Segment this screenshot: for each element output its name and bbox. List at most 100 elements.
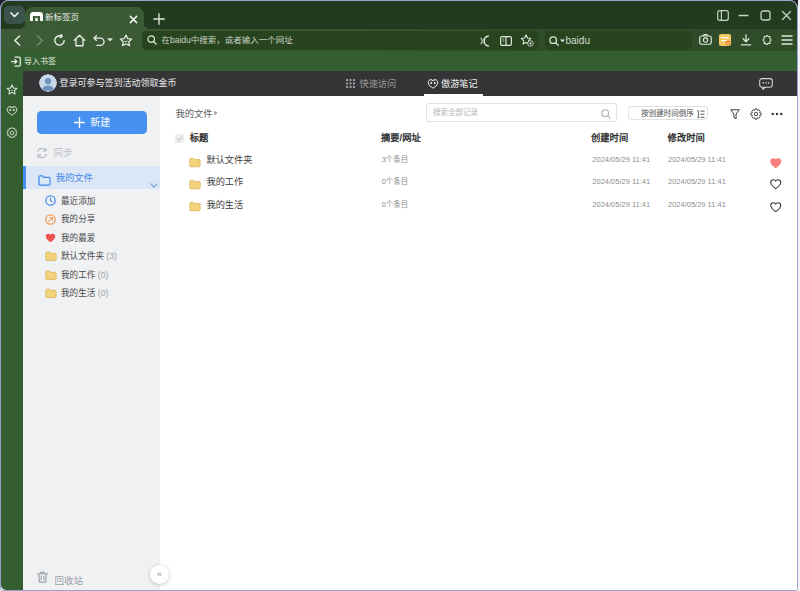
chevron-down-icon <box>150 183 158 189</box>
star-icon <box>119 34 133 47</box>
heart-icon <box>45 233 56 243</box>
maxnote-bee-icon <box>427 78 439 89</box>
col-modified[interactable]: 修改时间 <box>668 133 705 143</box>
plus-icon <box>153 13 165 25</box>
main-menu-button[interactable] <box>781 35 793 45</box>
close-icon <box>781 10 792 21</box>
maxnote-panel-button[interactable] <box>1 105 23 116</box>
breadcrumb[interactable]: 我的文件 <box>175 109 212 119</box>
notes-search-input[interactable]: 搜索全部记录 <box>426 103 617 122</box>
maxnote-bee-icon <box>6 105 18 116</box>
notes-search-placeholder: 搜索全部记录 <box>433 109 478 117</box>
sidebar-item-my-files[interactable]: 我的文件 <box>23 166 160 189</box>
tab-close-button[interactable] <box>129 10 141 24</box>
login-banner[interactable]: 登录可参与签到活动领取金币 <box>60 78 177 88</box>
undo-icon <box>93 35 105 46</box>
new-note-button[interactable]: 新建 <box>37 111 147 134</box>
back-icon <box>13 35 21 46</box>
favorite-heart-icon[interactable] <box>770 176 782 194</box>
new-tab-button[interactable] <box>153 11 165 23</box>
tab-maxnote-icon-wrap[interactable] <box>427 71 439 96</box>
hamburger-menu-icon <box>781 35 793 45</box>
favorite-heart-icon[interactable] <box>770 198 782 216</box>
close-window-button[interactable] <box>776 4 797 26</box>
home-icon <box>73 34 86 47</box>
side-strip <box>1 71 23 590</box>
view-settings-button[interactable] <box>749 108 762 121</box>
sidebar-item-favorites[interactable]: 我的最爱 <box>23 229 160 248</box>
search-engine-icon <box>549 36 559 46</box>
favorite-heart-icon[interactable] <box>770 154 782 172</box>
filter-funnel-icon <box>730 109 740 120</box>
caret-down-icon[interactable] <box>560 39 565 43</box>
favorites-star-button[interactable] <box>119 34 133 48</box>
sidebar-item-shares[interactable]: 我的分享 <box>23 210 160 229</box>
sidebar-item-my-life[interactable]: 我的生活 (0) <box>23 284 160 303</box>
tab-bar: 新标签页 <box>1 1 797 29</box>
undo-dropdown-caret[interactable] <box>107 38 113 42</box>
maximize-icon <box>760 10 771 21</box>
folder-icon <box>45 270 57 281</box>
note-folder-row[interactable]: 我的生活 0个条目 2024/05/29 11:41 2024/05/29 11… <box>160 193 797 215</box>
camera-icon <box>699 34 712 45</box>
notes-header: 登录可参与签到活动领取金币 快速访问 傲游笔记 <box>23 71 797 96</box>
screenshot-button[interactable] <box>699 34 712 46</box>
folder-icon <box>45 288 57 299</box>
download-button[interactable] <box>740 34 752 47</box>
quick-search-box[interactable]: baidu <box>545 31 692 50</box>
sidebar-item-default-folder[interactable]: 默认文件夹 (3) <box>23 247 160 266</box>
screen: 新标签页 <box>0 0 800 591</box>
forward-button[interactable] <box>33 34 46 47</box>
plus-icon <box>74 117 85 128</box>
note-folder-row[interactable]: 默认文件夹 3个条目 2024/05/29 11:41 2024/05/29 1… <box>160 149 797 171</box>
home-button[interactable] <box>73 34 86 47</box>
browser-tab-active[interactable]: 新标签页 <box>25 7 144 29</box>
tab-quick-access[interactable]: 快速访问 <box>360 79 397 89</box>
minimize-icon <box>738 10 749 21</box>
note-folder-row[interactable]: 我的工作 0个条目 2024/05/29 11:41 2024/05/29 11… <box>160 171 797 193</box>
sidebar-item-my-work[interactable]: 我的工作 (0) <box>23 266 160 285</box>
add-favorite-star-icon[interactable] <box>520 34 534 47</box>
star-panel-icon <box>6 84 18 96</box>
grid-icon <box>346 79 355 88</box>
forward-icon <box>36 35 44 46</box>
col-created[interactable]: 创建时间 <box>591 133 628 143</box>
settings-panel-button[interactable] <box>1 127 23 139</box>
tab-list-dropdown-button[interactable] <box>4 6 25 24</box>
extensions-button[interactable] <box>760 33 773 47</box>
filter-button[interactable] <box>728 108 741 121</box>
recycle-bin-button[interactable]: 回收站 <box>36 570 156 586</box>
more-options-button[interactable] <box>771 112 783 117</box>
back-button[interactable] <box>10 34 23 47</box>
browser-window: 新标签页 <box>0 0 798 591</box>
sort-order-label: 按创建时间倒序 <box>641 110 694 118</box>
maximize-button[interactable] <box>755 4 776 26</box>
tab-maxnote[interactable]: 傲游笔记 <box>441 79 478 89</box>
layout-panel-button[interactable] <box>712 4 733 26</box>
tab-quick-access-icon-wrap[interactable] <box>346 71 355 96</box>
minimize-button[interactable] <box>733 4 754 26</box>
undo-closed-tab-button[interactable] <box>93 35 105 47</box>
trash-icon <box>36 570 49 584</box>
refresh-button[interactable] <box>53 34 66 47</box>
sidebar-item-label: 我的文件 <box>56 173 93 183</box>
sort-order-button[interactable]: 按创建时间倒序 <box>628 106 707 120</box>
avatar[interactable] <box>39 74 57 92</box>
notes-sidebar: 新建 同步 我的文件 最近添加 <box>23 96 160 590</box>
read-aloud-icon[interactable] <box>479 35 492 47</box>
check-icon <box>176 136 183 142</box>
select-all-checkbox[interactable] <box>175 134 184 143</box>
new-note-label: 新建 <box>90 117 110 128</box>
favorites-panel-button[interactable] <box>1 84 23 96</box>
col-summary[interactable]: 摘要/网址 <box>381 133 421 143</box>
sidebar-item-recent[interactable]: 最近添加 <box>23 192 160 211</box>
sync-button[interactable]: 同步 <box>23 144 160 163</box>
sort-descending-icon <box>695 110 705 119</box>
address-bar[interactable]: 在baidu中搜索，或者输入一个网址 <box>142 31 538 50</box>
maxthon-logo-icon <box>30 12 43 21</box>
recycle-bin-label: 回收站 <box>55 573 84 587</box>
col-title[interactable]: 标题 <box>190 133 209 143</box>
maxnote-toolbar-button[interactable] <box>718 33 732 47</box>
collapse-sidebar-button[interactable]: « <box>150 565 169 584</box>
feedback-button[interactable] <box>759 71 773 96</box>
